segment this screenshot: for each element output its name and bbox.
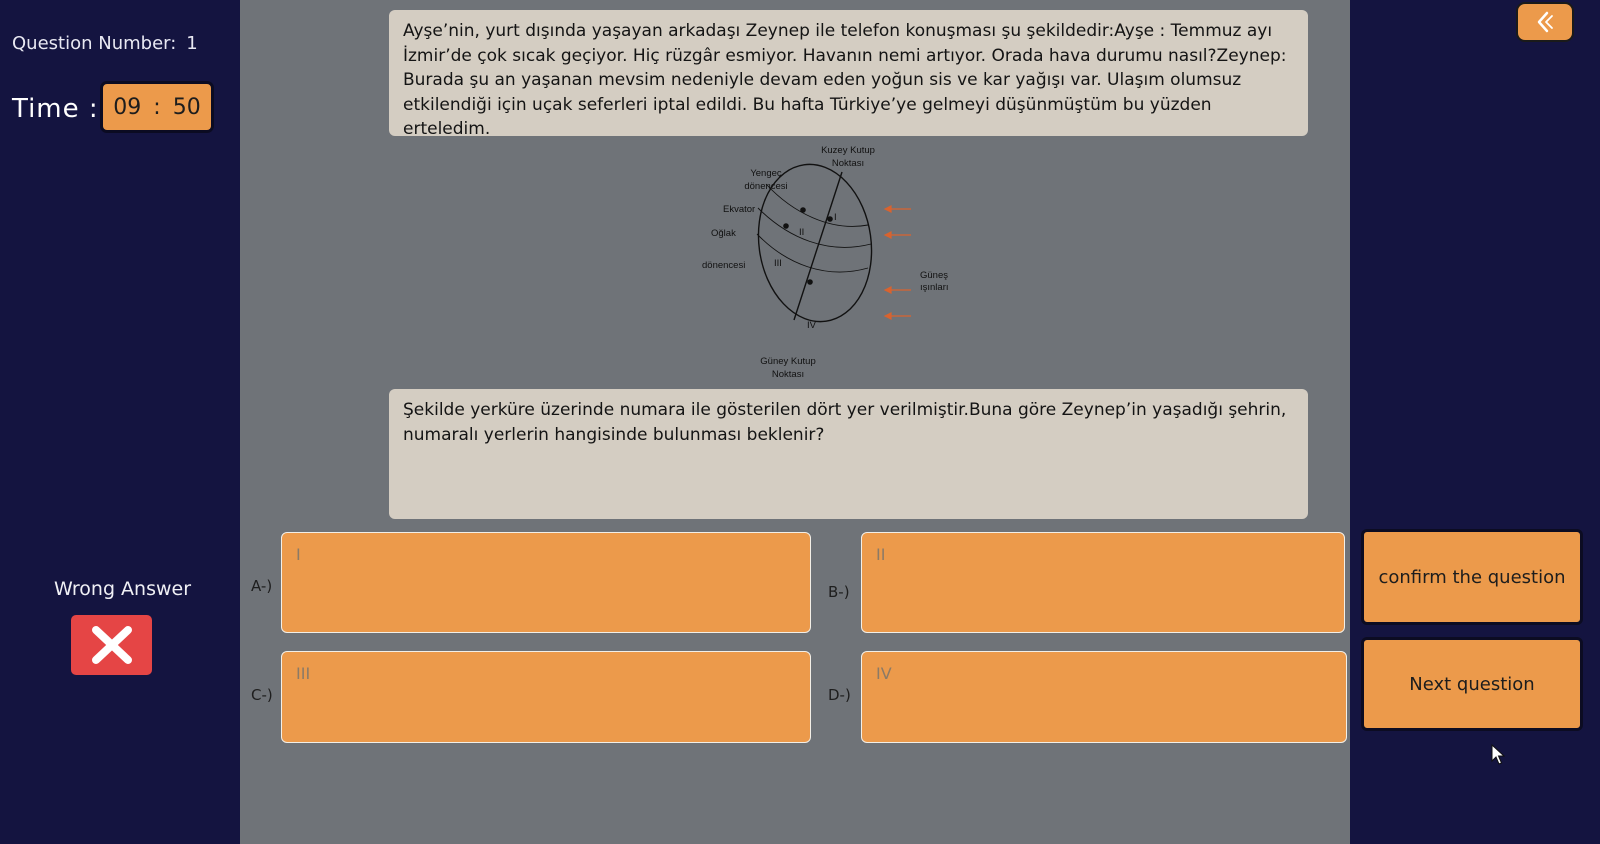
option-a-text: I [296,545,301,564]
sun-ray-arrow [883,205,911,213]
question-text: Şekilde yerküre üzerinde numara ile göst… [389,389,1308,519]
south-pole-label-1: Güney Kutup [760,356,815,367]
chevron-left-icon [1537,11,1553,33]
mouse-cursor-icon [1491,744,1505,765]
confirm-question-button[interactable]: confirm the question [1361,529,1583,625]
answer-status-text: Wrong Answer [53,578,192,600]
sun-rays-label-1: Güneş [920,270,948,281]
back-button[interactable] [1516,2,1574,42]
question-number-label: Question Number: [12,33,177,54]
option-d-text: IV [876,664,892,683]
question-number-value: 1 [186,33,198,54]
option-c-label: C-) [251,686,273,704]
point-2-label: II [799,227,804,238]
next-question-button[interactable]: Next question [1361,637,1583,731]
sun-ray-arrow [883,231,911,239]
question-passage: Ayşe’nin, yurt dışında yaşayan arkadaşı … [389,10,1308,136]
point-1-label: I [834,212,837,223]
earth-axis [793,171,843,321]
option-c-button[interactable]: III [281,651,811,743]
cancer-label-1: Yengeç [750,168,782,179]
point-2-dot [827,216,833,222]
south-pole-label-2: Noktası [772,369,804,380]
timer-separator: : [153,94,161,120]
capricorn-label-2: dönencesi [702,260,745,271]
north-pole-label-1: Kuzey Kutup [821,145,875,156]
equator-label: Ekvator [723,204,755,215]
option-a-label: A-) [251,577,273,595]
timer-seconds: 50 [172,94,201,120]
option-b-text: II [876,545,886,564]
point-1-dot [800,207,806,213]
countdown-timer: 09 : 50 [100,81,214,133]
option-b-label: B-) [828,583,850,601]
option-a-button[interactable]: I [281,532,811,633]
time-label: Time : [12,94,99,124]
north-pole-label-2: Noktası [832,158,864,169]
equator-line [757,207,872,248]
close-icon [91,626,132,664]
capricorn-label-1: Oğlak [711,228,736,239]
point-3-label: III [774,258,782,269]
cancer-label-2: dönencesi [744,181,787,192]
wrong-answer-icon [71,615,152,675]
option-d-button[interactable]: IV [861,651,1347,743]
option-c-text: III [296,664,311,683]
option-d-label: D-) [828,686,851,704]
globe-diagram: Kuzey Kutup Noktası Yengeç dönencesi Ekv… [702,145,949,380]
option-b-button[interactable]: II [861,532,1345,633]
sun-ray-arrow [883,286,911,294]
point-3-dot [783,223,789,229]
sun-rays-label-2: ışınları [920,282,949,293]
point-4-dot [807,279,813,285]
timer-minutes: 09 [113,94,142,120]
sun-ray-arrow [883,312,911,320]
question-number: Question Number: 1 [12,33,198,54]
